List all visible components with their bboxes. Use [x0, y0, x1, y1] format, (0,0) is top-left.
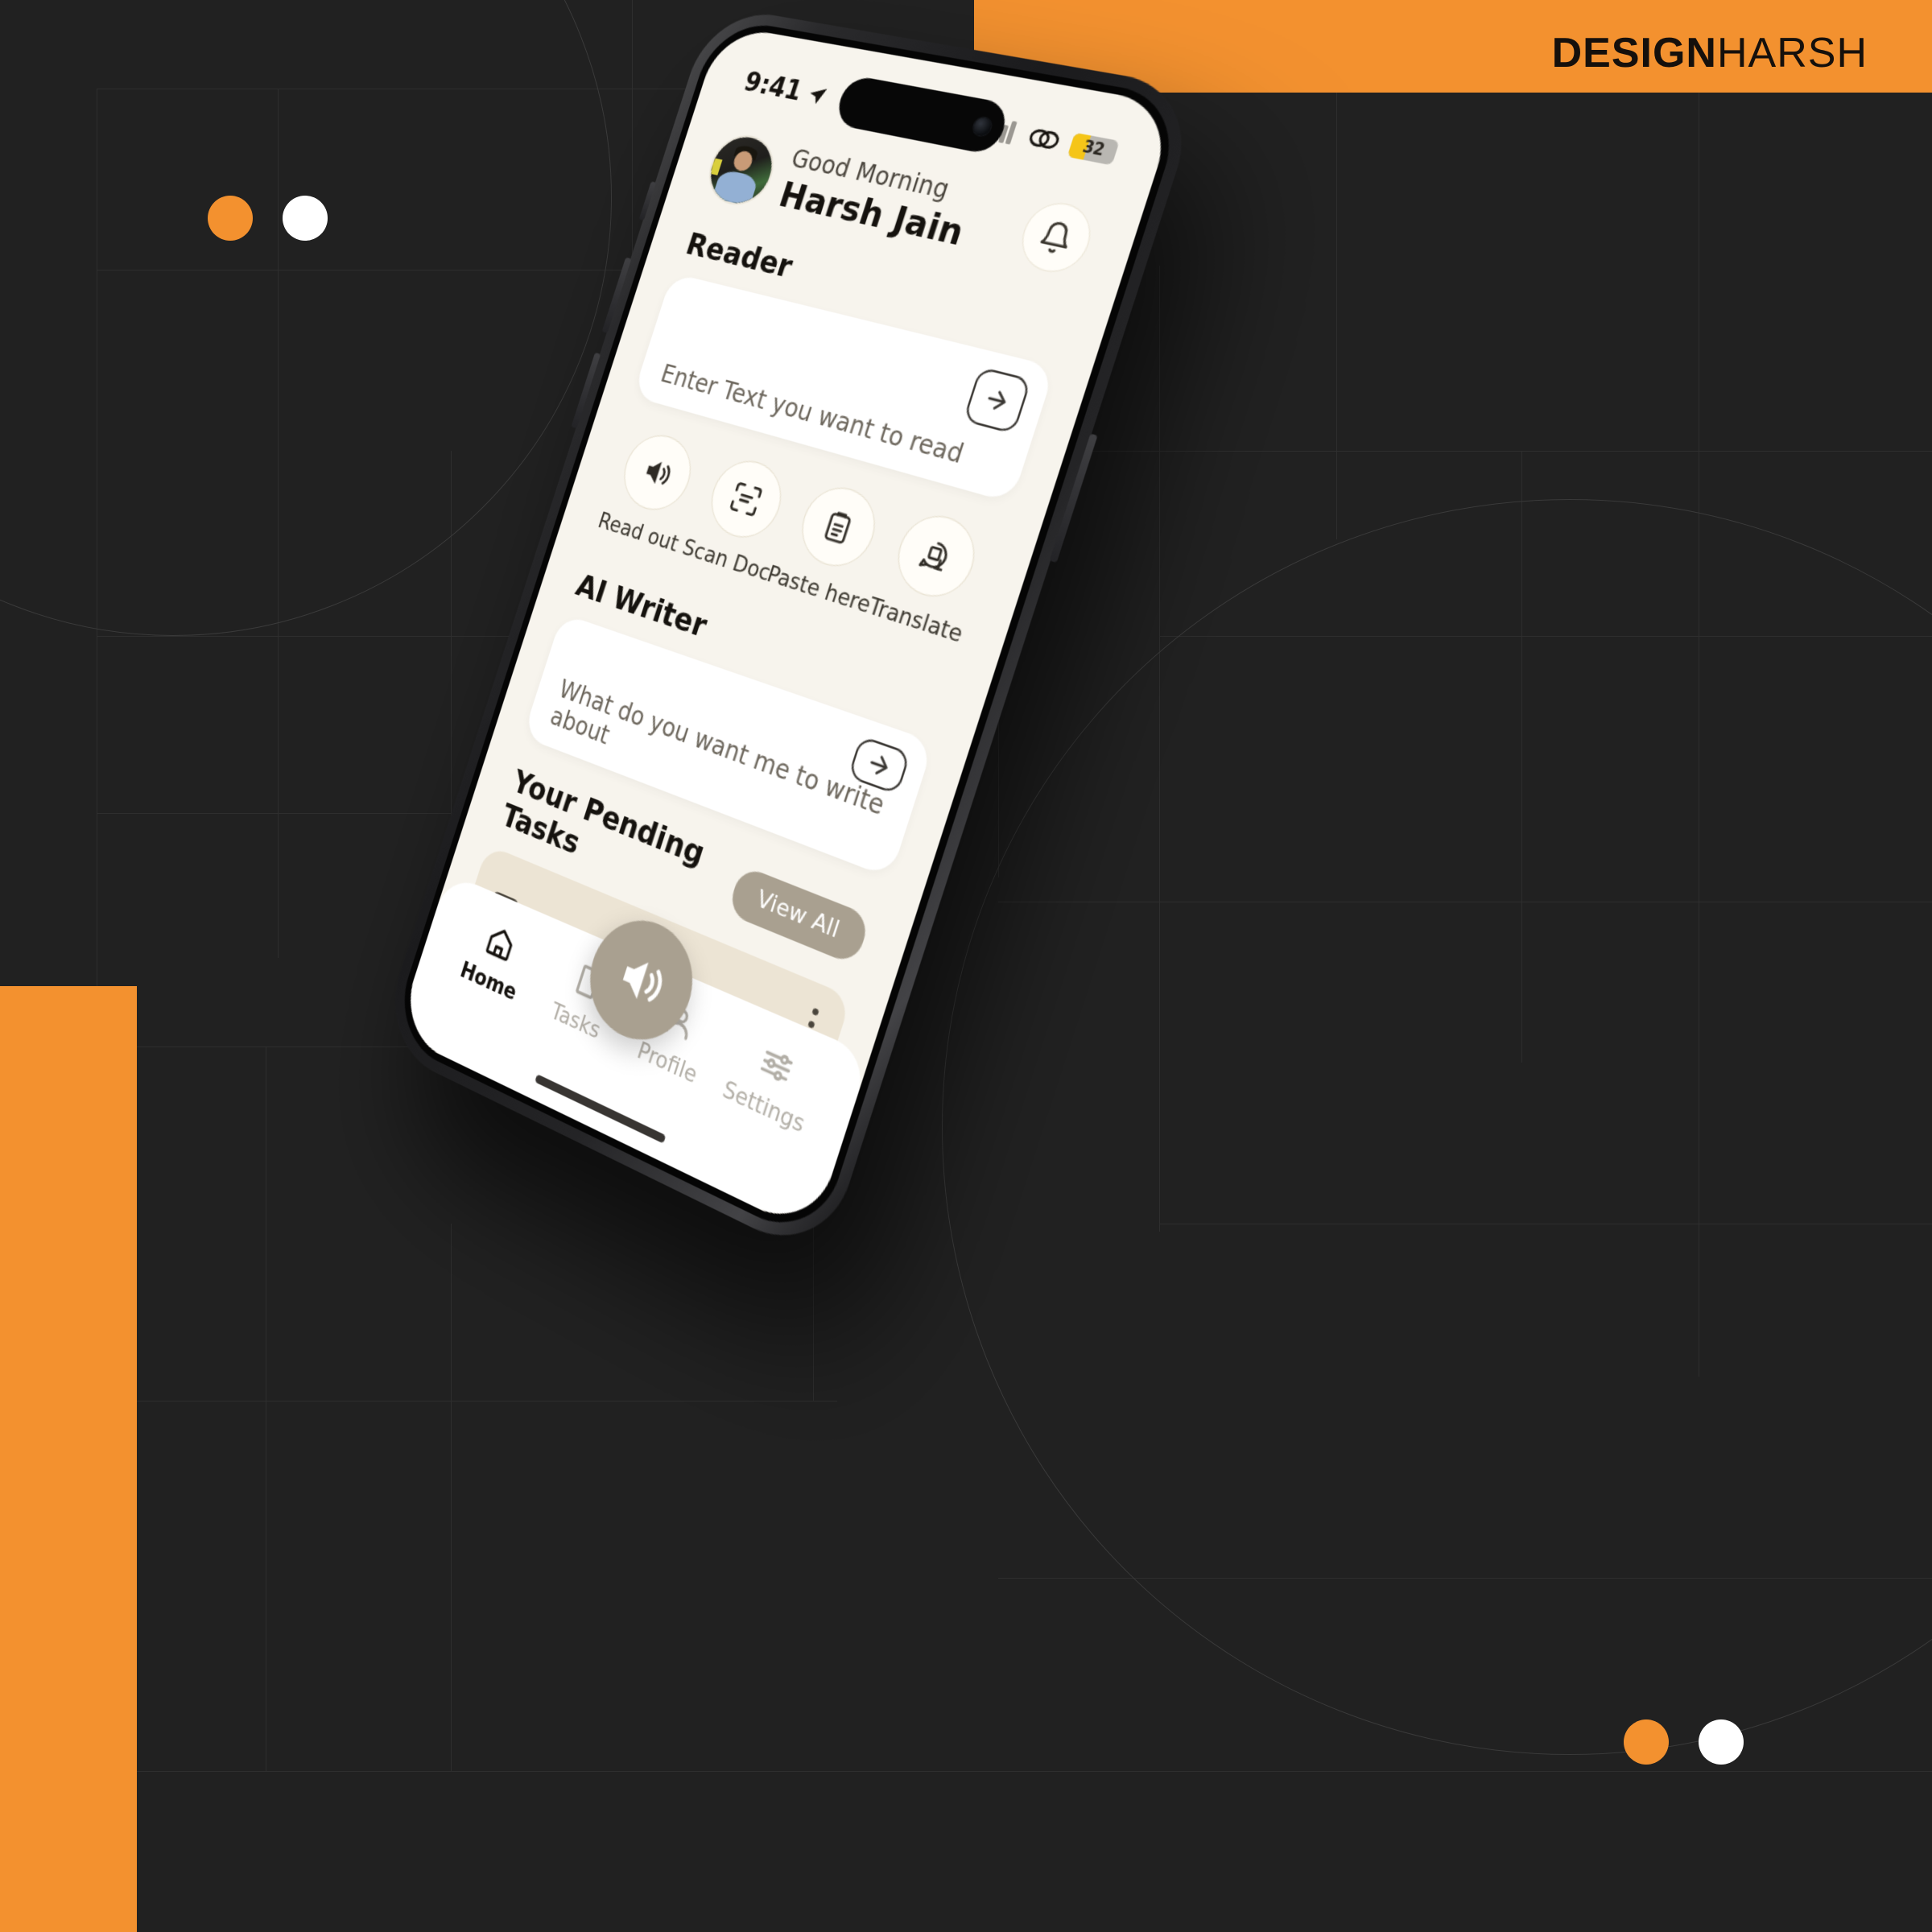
- brand-light: HARSH: [1716, 30, 1868, 76]
- nav-item-settings[interactable]: Settings: [716, 1029, 827, 1139]
- decor-dot-orange-top: [208, 196, 253, 241]
- home-icon: [481, 920, 519, 965]
- view-all-button[interactable]: View All: [726, 864, 872, 966]
- link-chain-icon: [1025, 125, 1064, 154]
- read-out-button[interactable]: [614, 427, 701, 518]
- avatar[interactable]: [703, 131, 781, 208]
- battery-indicator: 32: [1067, 132, 1121, 165]
- translate-button[interactable]: [887, 506, 985, 606]
- brand-logo: DESIGNHARSH: [1552, 29, 1868, 77]
- decor-dot-white-bottom: [1699, 1719, 1744, 1765]
- speaker-volume-icon: [619, 955, 673, 1018]
- decor-dot-orange-bottom: [1624, 1719, 1669, 1765]
- front-camera: [971, 115, 994, 137]
- decor-circle-bottom-right: [942, 499, 1932, 1755]
- quick-action-label: Translate: [865, 592, 966, 648]
- quick-action-translate[interactable]: Translate: [865, 505, 993, 648]
- speaker-volume-icon: [644, 458, 677, 493]
- nav-label: Settings: [719, 1075, 808, 1138]
- nav-item-home[interactable]: Home: [448, 910, 544, 1010]
- status-time-group: 9:41: [741, 68, 832, 113]
- nav-label: Home: [457, 956, 520, 1005]
- paste-here-button[interactable]: [792, 479, 886, 576]
- notification-button[interactable]: [1013, 196, 1100, 279]
- scan-doc-button[interactable]: [701, 452, 791, 547]
- mockup-canvas: DESIGNHARSH 9:41 32 Good Morning Harsh J…: [0, 0, 1932, 1932]
- brand-bold: DESIGN: [1551, 30, 1717, 76]
- quick-action-label: Paste here: [764, 561, 874, 618]
- document-scan-icon: [725, 477, 766, 520]
- quick-action-label: Scan Doc: [679, 535, 774, 586]
- reader-submit-button[interactable]: [962, 366, 1032, 435]
- notification-bell-icon: [1034, 217, 1078, 257]
- orange-block-left: [0, 986, 137, 1932]
- status-time: 9:41: [740, 67, 806, 108]
- arrow-right-icon: [980, 383, 1014, 417]
- quick-action-label: Read out: [595, 508, 682, 557]
- status-icons: 32: [985, 117, 1121, 165]
- location-arrow-icon: [807, 85, 828, 105]
- greeting-block: Good Morning Harsh Jain: [774, 144, 1018, 263]
- decor-dot-white-top: [283, 196, 328, 241]
- arrow-right-icon: [862, 747, 896, 783]
- clipboard-paste-icon: [819, 506, 859, 548]
- translate-icon: [914, 534, 958, 578]
- sliders-icon: [755, 1041, 799, 1091]
- nav-label: Profile: [634, 1037, 700, 1089]
- decor-circle-top-left: [0, 0, 612, 636]
